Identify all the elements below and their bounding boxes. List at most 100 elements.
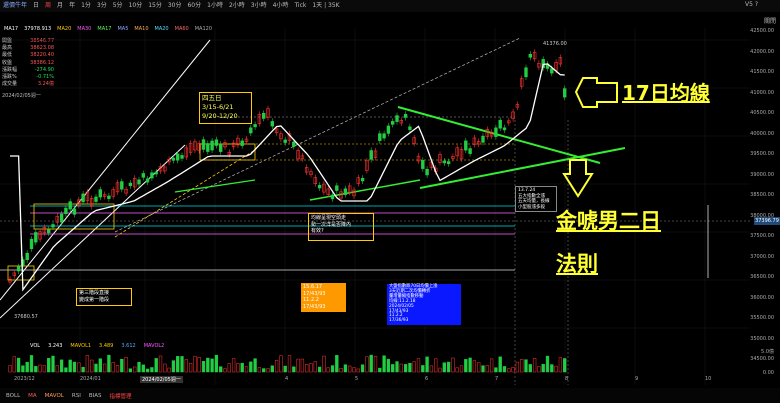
volume-bar [270,365,274,373]
candle [253,124,257,128]
volume-bar [451,357,455,373]
indicator-tab[interactable]: MA [28,393,37,399]
volume-bar [219,366,223,373]
candle [446,161,451,165]
volume-bar [438,367,442,373]
volume-bar [545,355,550,373]
note-line: 17/36/93 [389,318,409,324]
candle [176,153,180,161]
candle [94,196,98,202]
volume-bar [107,354,111,373]
candle [68,201,72,210]
volume-bar [339,368,343,373]
volume-bar [68,359,72,373]
note-line: 變成第一階段 [79,296,110,303]
volume-bar [425,356,429,373]
candle [283,139,287,143]
stage3-note: 第三階段直接 變成第一階段 [76,288,132,306]
volume-bar [90,359,94,373]
price-axis: 42500.00 42000.00 41500.00 41000.00 40500.00… [750,28,780,378]
price-tick: 35000.00 [750,335,774,342]
triangle-upper-line [397,106,601,164]
volume-bar [85,355,90,373]
candle [468,148,472,154]
volume-bar [287,355,292,373]
time-tick: 2023/12 [14,376,35,382]
volume-bar [154,358,158,373]
candle [34,232,38,243]
candle [201,139,206,150]
volume-bar [515,361,520,373]
volume-bar [507,368,511,373]
candle [442,160,446,164]
volume-bar [537,366,541,373]
vol-axis-top: 5.0億 [761,349,774,355]
candle [46,229,51,234]
volume-bar [429,365,434,373]
price-tick: 41500.00 [750,69,774,75]
candle [25,252,29,261]
volume-bar [47,357,51,373]
mavol2-label: MAVOL2 [143,343,165,349]
candle [249,127,253,134]
price-tick: 35500.00 [750,315,774,321]
indicator-tab[interactable]: RSI [72,393,81,399]
time-axis: 2023/12 2024/01 2024/02/05週一 4 5 6 7 8 9 10 [0,376,750,384]
candle [219,143,223,152]
volume-bar [434,358,438,373]
volume-bar [386,358,391,373]
volume-bar [528,364,532,373]
trend-line-white [0,39,211,301]
time-tick: 9 [635,376,639,382]
volume-bar [176,356,180,373]
candle [464,140,468,151]
volume-bar [296,358,300,373]
candle [107,195,111,199]
volume-bar [524,359,528,373]
volume-bar [236,363,240,373]
indicator-tab[interactable]: 指標管理 [109,392,131,400]
volume-bars [8,354,567,373]
volume-bar [145,368,150,373]
candle [120,181,124,190]
indicator-tabs: BOLL MA MAVOL RSI BIAS 指標管理 [0,388,780,403]
volume-bar [188,362,193,373]
volume-bar [16,357,21,373]
volume-bar [309,363,313,373]
price-tick: 41000.00 [750,89,774,96]
volume-bar [102,363,107,373]
volume-bar [395,361,399,373]
time-tick: 7 [495,376,499,382]
volume-bar [201,360,206,373]
price-tick: 36500.00 [750,274,774,280]
candle [145,178,150,183]
volume-bar [416,358,421,373]
wave-note: 均線呈現空頭走 勢一次洋是否降內 有效? [308,213,374,241]
volume-bar [171,360,176,373]
volume-bar [502,366,507,373]
indicator-tab[interactable]: BIAS [89,393,102,399]
candle [240,140,244,146]
price-tick: 39500.00 [750,151,774,157]
time-tick: 10 [705,376,712,382]
indicator-tab[interactable]: BOLL [6,393,20,399]
current-price-badge: 37396.79 [754,217,780,225]
candle [137,179,141,185]
note-line: 有效? [311,228,324,234]
time-tick: 2024/02/05週一 [140,376,183,383]
candle [425,168,429,176]
volume-bar [391,364,395,373]
note-line: 四五日 [202,94,222,102]
candle [386,125,391,134]
indicator-tab[interactable]: MAVOL [45,393,64,399]
candle [330,194,335,200]
volume-bar [550,364,554,373]
volume-bar [111,362,115,373]
note-line: 9/20-12/20 [202,112,238,120]
volume-bar [459,365,464,373]
peak-price-label: 41376.00 [543,41,567,47]
volume-bar [283,365,287,373]
ma17-annotation: 17日均線 [622,81,710,105]
candle [382,133,386,139]
note-line: 五天均量，長線 [518,199,550,204]
